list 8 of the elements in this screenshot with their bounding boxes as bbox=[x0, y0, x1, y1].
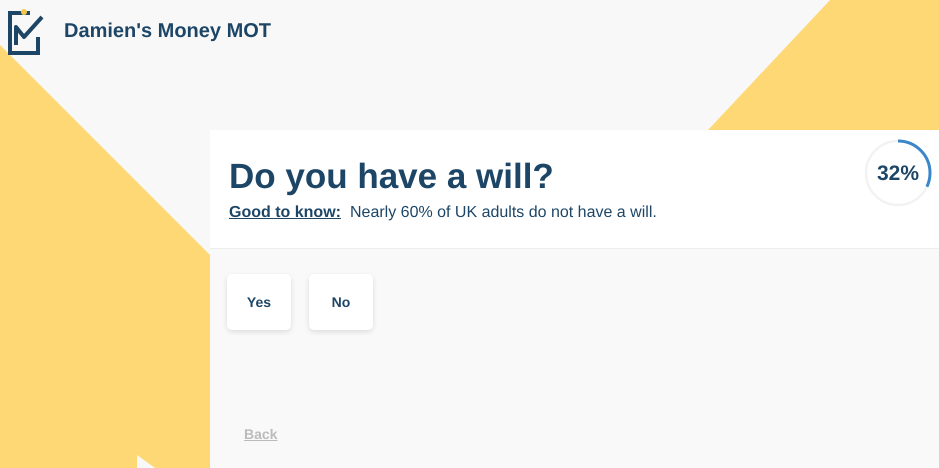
answer-button[interactable]: No bbox=[309, 274, 373, 330]
hint-label[interactable]: Good to know: bbox=[229, 204, 341, 222]
hint-text: Nearly 60% of UK adults do not have a will. bbox=[350, 204, 657, 222]
progress-reading: 32% bbox=[876, 162, 920, 186]
site-title: Damien's Money MOT bbox=[64, 20, 272, 42]
progress-ring bbox=[863, 138, 933, 208]
question-title: Do you have a will? bbox=[229, 156, 555, 198]
answer-button[interactable]: Yes bbox=[227, 274, 291, 330]
